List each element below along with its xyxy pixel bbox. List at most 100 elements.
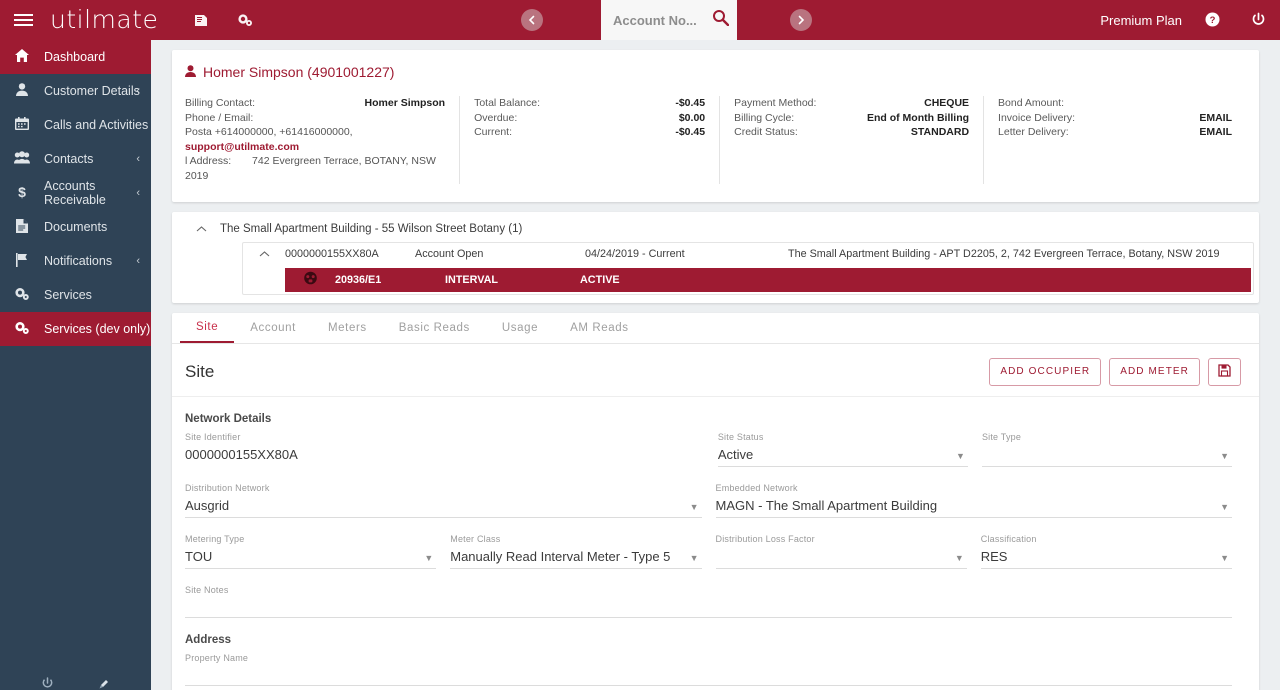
add-meter-button[interactable]: ADD METER (1109, 358, 1200, 386)
field-value: MAGN - The Small Apartment Building (716, 496, 1233, 515)
panel-actions: ADD OCCUPIER ADD METER (989, 358, 1241, 386)
field-label: Site Status (718, 432, 968, 442)
svg-text:$: $ (18, 185, 26, 199)
book-icon[interactable] (194, 14, 209, 27)
sidebar-item-services[interactable]: Services (0, 278, 151, 312)
power-icon-bottom[interactable] (41, 677, 54, 690)
field-value: TOU (185, 547, 436, 566)
field-value (185, 666, 1232, 683)
tab-label: Site (196, 321, 218, 333)
field-site-type[interactable]: Site Type ▼ (982, 432, 1232, 467)
customer-balance-column: Total Balance:-$0.45Overdue:$0.00Current… (460, 96, 720, 184)
tab-usage[interactable]: Usage (486, 313, 554, 343)
sidebar-item-label: Calls and Activities (44, 118, 148, 132)
field-site-status[interactable]: Site Status Active ▼ (718, 432, 968, 467)
meter-status: ACTIVE (580, 274, 700, 286)
chevron-left-icon[interactable]: ‹ (136, 85, 140, 97)
search-input[interactable] (613, 13, 708, 28)
next-account-button[interactable] (790, 9, 812, 31)
sidebar-item-contacts[interactable]: Contacts ‹ (0, 142, 151, 176)
email-link[interactable]: support@utilmate.com (185, 141, 299, 153)
form-row-3: Metering Type TOU ▼ Meter Class Manually… (185, 534, 1246, 569)
chevron-down-icon[interactable]: ▼ (424, 553, 433, 563)
account-box: 0000000155XX80A Account Open 04/24/2019 … (242, 242, 1254, 295)
account-address: The Small Apartment Building - APT D2205… (788, 248, 1253, 260)
field-label: Distribution Network (185, 483, 702, 493)
field-distribution-network[interactable]: Distribution Network Ausgrid ▼ (185, 483, 702, 518)
field-embedded-network[interactable]: Embedded Network MAGN - The Small Apartm… (716, 483, 1233, 518)
sidebar-item-calls-and-activities[interactable]: Calls and Activities (0, 108, 151, 142)
tab-account[interactable]: Account (234, 313, 312, 343)
balance-row: Total Balance:-$0.45 (474, 96, 705, 111)
gears-icon (0, 321, 44, 338)
meter-row-selected[interactable]: 20936/E1 INTERVAL ACTIVE (285, 268, 1251, 292)
balance-row: Current:-$0.45 (474, 125, 705, 140)
site-group-header[interactable]: The Small Apartment Building - 55 Wilson… (172, 218, 1259, 240)
billing-row: Credit Status:STANDARD (734, 125, 969, 140)
chevron-down-icon[interactable]: ▼ (1220, 451, 1229, 461)
form-row-1: Site Identifier 0000000155XX80A Site Sta… (185, 432, 1246, 467)
customer-summary-card: Homer Simpson (4901001227) Billing Conta… (172, 50, 1259, 202)
field-distribution-loss-factor[interactable]: Distribution Loss Factor ▼ (716, 534, 967, 569)
help-icon[interactable]: ? (1205, 12, 1220, 31)
kv-value: -$0.45 (675, 96, 705, 111)
tab-label: Meters (328, 322, 367, 334)
field-label: Property Name (185, 653, 1232, 663)
pin-icon-bottom[interactable] (98, 677, 111, 690)
customer-title-row[interactable]: Homer Simpson (4901001227) (172, 50, 1259, 80)
account-row[interactable]: 0000000155XX80A Account Open 04/24/2019 … (243, 243, 1253, 266)
chevron-left-icon[interactable]: ‹ (136, 153, 140, 165)
chevron-down-icon[interactable]: ▼ (1220, 553, 1229, 563)
kv-label: Invoice Delivery: (998, 111, 1075, 126)
phone-email-label: Phone / Email: (185, 111, 253, 126)
field-site-identifier[interactable]: Site Identifier 0000000155XX80A (185, 432, 704, 467)
chevron-up-icon[interactable] (243, 247, 285, 261)
panel-header: Site ADD OCCUPIER ADD METER (172, 344, 1259, 397)
form-row-2: Distribution Network Ausgrid ▼ Embedded … (185, 483, 1246, 518)
gears-icon[interactable] (237, 13, 253, 27)
sidebar-item-accounts-receivable[interactable]: $Accounts Receivable‹ (0, 176, 151, 210)
sidebar-item-services-dev-only[interactable]: Services (dev only) (0, 312, 151, 346)
billing-contact-label: Billing Contact: (185, 96, 255, 111)
chevron-left-icon[interactable]: ‹ (136, 187, 140, 199)
tab-basic-reads[interactable]: Basic Reads (383, 313, 486, 343)
tab-meters[interactable]: Meters (312, 313, 383, 343)
field-meter-class[interactable]: Meter Class Manually Read Interval Meter… (450, 534, 701, 569)
prev-account-button[interactable] (521, 9, 543, 31)
save-button[interactable] (1208, 358, 1241, 386)
account-search-box[interactable] (601, 0, 737, 40)
add-occupier-button[interactable]: ADD OCCUPIER (989, 358, 1101, 386)
search-icon[interactable] (712, 9, 729, 31)
chevron-up-icon[interactable] (182, 222, 220, 236)
chevron-down-icon[interactable]: ▼ (956, 451, 965, 461)
field-site-notes[interactable]: Site Notes (185, 585, 1232, 618)
chevron-down-icon[interactable]: ▼ (955, 553, 964, 563)
tab-site[interactable]: Site (180, 313, 234, 343)
tab-am-reads[interactable]: AM Reads (554, 313, 645, 343)
tab-label: Basic Reads (399, 322, 470, 334)
kv-value: EMAIL (1199, 125, 1232, 140)
postal-label-part-b: l Address: (185, 155, 231, 167)
sidebar-item-label: Services (44, 288, 92, 302)
chevron-down-icon[interactable]: ▼ (1220, 502, 1229, 512)
kv-label: Payment Method: (734, 96, 816, 111)
sidebar-item-customer-details[interactable]: Customer Details‹ (0, 74, 151, 108)
sidebar-item-label: Customer Details (44, 84, 140, 98)
sidebar-item-documents[interactable]: Documents (0, 210, 151, 244)
chevron-down-icon[interactable]: ▼ (690, 553, 699, 563)
sidebar-item-label: Contacts (44, 152, 93, 166)
sidebar-item-dashboard[interactable]: Dashboard (0, 40, 151, 74)
field-metering-type[interactable]: Metering Type TOU ▼ (185, 534, 436, 569)
sidebar-item-notifications[interactable]: Notifications‹ (0, 244, 151, 278)
field-classification[interactable]: Classification RES ▼ (981, 534, 1232, 569)
address-section-title: Address (185, 634, 1246, 646)
field-property-name[interactable]: Property Name (185, 653, 1232, 686)
chevron-down-icon[interactable]: ▼ (690, 502, 699, 512)
meter-id: 20936/E1 (335, 274, 445, 286)
chevron-left-icon[interactable]: ‹ (136, 255, 140, 267)
account-status: Account Open (415, 248, 585, 260)
tab-label: Usage (502, 322, 538, 334)
hamburger-menu-icon[interactable] (0, 14, 46, 26)
power-icon[interactable] (1251, 12, 1266, 31)
sidebar: DashboardCustomer Details‹Calls and Acti… (0, 40, 151, 690)
